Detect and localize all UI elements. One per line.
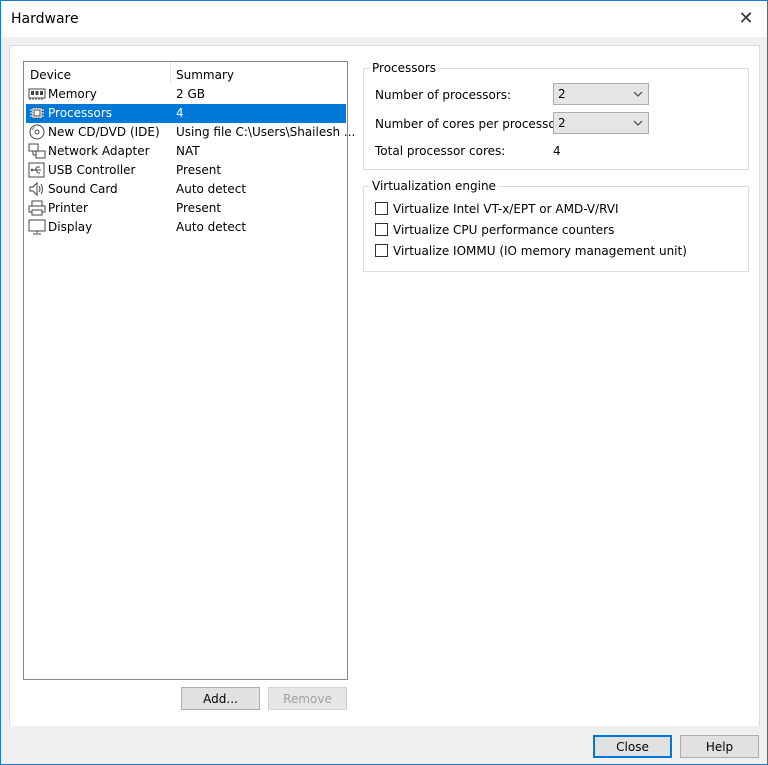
usb-icon xyxy=(28,162,46,178)
device-summary: NAT xyxy=(176,144,200,158)
device-summary: Auto detect xyxy=(176,182,247,196)
total-cores-label: Total processor cores: xyxy=(375,144,506,158)
device-row-printer[interactable]: Printer Present xyxy=(26,199,346,218)
cd-dvd-icon xyxy=(28,124,46,140)
vt-x-ept-checkbox[interactable] xyxy=(375,202,388,215)
device-name: Printer xyxy=(48,201,88,215)
num-processors-select[interactable]: 2 xyxy=(553,83,649,105)
column-divider[interactable] xyxy=(170,62,171,84)
chevron-down-icon xyxy=(632,116,644,130)
window-title: Hardware xyxy=(11,11,79,27)
device-summary: Present xyxy=(176,201,222,215)
cores-per-processor-label: Number of cores per processor: xyxy=(375,117,565,131)
device-name: USB Controller xyxy=(48,163,136,177)
chevron-down-icon xyxy=(632,87,644,101)
title-bar: Hardware ✕ xyxy=(1,1,767,37)
device-name: Network Adapter xyxy=(48,144,150,158)
close-window-button[interactable]: ✕ xyxy=(731,5,761,33)
remove-device-button[interactable]: Remove xyxy=(268,687,347,710)
device-summary: Auto detect xyxy=(176,220,247,234)
device-name: Memory xyxy=(48,87,97,101)
network-adapter-icon xyxy=(28,143,46,159)
device-row-sound-card[interactable]: Sound Card Auto detect xyxy=(26,180,346,199)
add-device-button[interactable]: Add... xyxy=(181,687,260,710)
virtualization-engine-group: Virtualization engine Virtualize Intel V… xyxy=(363,179,749,272)
content-panel: Device Summary Memory 2 GB Processors 4 … xyxy=(9,45,760,727)
device-row-memory[interactable]: Memory 2 GB xyxy=(26,85,346,104)
cores-per-processor-value: 2 xyxy=(558,116,566,130)
device-name: Processors xyxy=(48,106,113,120)
printer-icon xyxy=(28,200,46,216)
speaker-icon xyxy=(28,181,46,197)
monitor-icon xyxy=(28,219,46,235)
device-list-header: Device Summary xyxy=(24,62,347,84)
close-button[interactable]: Close xyxy=(593,735,672,758)
virtualization-group-title: Virtualization engine xyxy=(370,179,498,193)
device-row-usb-controller[interactable]: USB Controller Present xyxy=(26,161,346,180)
cores-per-processor-select[interactable]: 2 xyxy=(553,112,649,134)
device-name: Display xyxy=(48,220,93,234)
processor-icon xyxy=(28,105,46,121)
processors-group: Processors Number of processors: 2 Numbe… xyxy=(363,61,749,170)
device-summary: 4 xyxy=(176,106,184,120)
column-header-device[interactable]: Device xyxy=(30,68,71,82)
cpu-counters-label[interactable]: Virtualize CPU performance counters xyxy=(393,223,614,237)
help-button[interactable]: Help xyxy=(680,735,759,758)
iommu-label[interactable]: Virtualize IOMMU (IO memory management u… xyxy=(393,244,687,258)
device-name: Sound Card xyxy=(48,182,118,196)
total-cores-value: 4 xyxy=(553,144,561,158)
memory-icon xyxy=(28,86,46,102)
device-row-display[interactable]: Display Auto detect xyxy=(26,218,346,237)
device-row-processors[interactable]: Processors 4 xyxy=(26,104,346,123)
hardware-dialog: Hardware ✕ Device Summary Memory 2 GB Pr… xyxy=(0,0,768,765)
close-icon: ✕ xyxy=(738,8,754,29)
cpu-counters-checkbox[interactable] xyxy=(375,223,388,236)
iommu-checkbox[interactable] xyxy=(375,244,388,257)
vt-x-ept-label[interactable]: Virtualize Intel VT-x/EPT or AMD-V/RVI xyxy=(393,202,619,216)
processors-group-title: Processors xyxy=(370,61,439,75)
device-list[interactable]: Device Summary Memory 2 GB Processors 4 … xyxy=(23,61,355,680)
dialog-footer: Close Help xyxy=(1,726,767,764)
device-summary: 2 GB xyxy=(176,87,205,101)
device-summary: Using file C:\Users\Shailesh ... xyxy=(176,125,356,139)
num-processors-value: 2 xyxy=(558,87,566,101)
device-row-cd-dvd[interactable]: New CD/DVD (IDE) Using file C:\Users\Sha… xyxy=(26,123,355,142)
device-row-network-adapter[interactable]: Network Adapter NAT xyxy=(26,142,346,161)
num-processors-label: Number of processors: xyxy=(375,88,512,102)
column-header-summary[interactable]: Summary xyxy=(176,68,234,82)
device-summary: Present xyxy=(176,163,222,177)
device-name: New CD/DVD (IDE) xyxy=(48,125,160,139)
